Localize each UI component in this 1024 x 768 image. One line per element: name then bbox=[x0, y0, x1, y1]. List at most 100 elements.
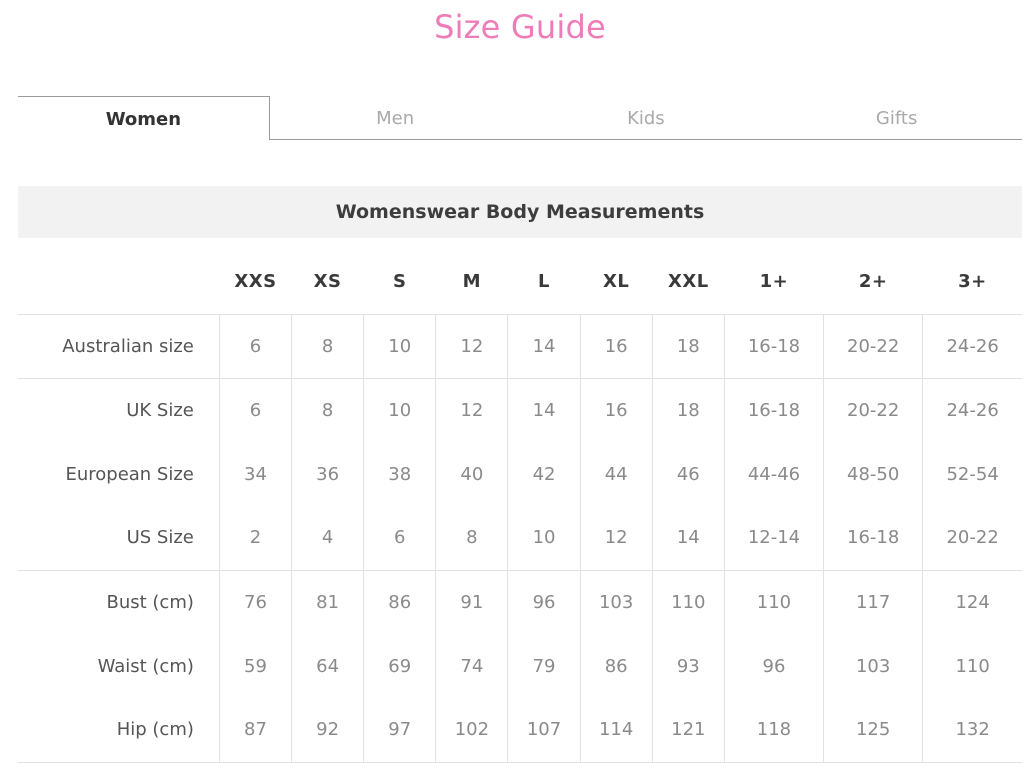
table-cell: 18 bbox=[651, 313, 725, 378]
table-cell: 125 bbox=[823, 698, 923, 763]
column-header: 3+ bbox=[958, 271, 987, 293]
table-cell: 10 bbox=[363, 313, 436, 378]
table-cell: 42 bbox=[507, 442, 581, 506]
table-cell: 12 bbox=[435, 313, 508, 378]
table-cell: 8 bbox=[291, 313, 364, 378]
row-label: Bust (cm) bbox=[18, 569, 220, 634]
table-cell: 132 bbox=[922, 698, 1022, 763]
table-cell: 103 bbox=[823, 634, 923, 698]
table-cell: 48-50 bbox=[823, 442, 923, 506]
size-guide-page: Size Guide Women Men Kids Gifts Womenswe… bbox=[0, 0, 1024, 768]
column-header: S bbox=[393, 271, 407, 293]
table-cell: 107 bbox=[507, 698, 581, 763]
table-cell: 81 bbox=[291, 569, 364, 634]
column-header: L bbox=[538, 271, 551, 293]
table-cell: 64 bbox=[291, 634, 364, 698]
table-row: US Size 2 4 6 8 10 12 14 12-14 16-18 20-22 bbox=[18, 506, 1022, 570]
header-corner bbox=[18, 250, 219, 314]
table-cell: 44-46 bbox=[723, 442, 824, 506]
table-cell: 103 bbox=[579, 569, 653, 634]
table-cell: 4 bbox=[291, 506, 364, 570]
table-cell: 20-22 bbox=[823, 377, 923, 442]
table-cell: 8 bbox=[291, 377, 364, 442]
table-cell: 16-18 bbox=[723, 313, 824, 378]
table-cell: 74 bbox=[435, 634, 508, 698]
tab-kids[interactable]: Kids bbox=[520, 96, 772, 140]
page-title: Size Guide bbox=[434, 8, 606, 46]
table-cell: 92 bbox=[291, 698, 364, 763]
row-label: Australian size bbox=[18, 313, 220, 378]
table-cell: 91 bbox=[435, 569, 508, 634]
table-cell: 34 bbox=[218, 442, 292, 506]
table-cell: 59 bbox=[218, 634, 292, 698]
table-row: Australian size 6 8 10 12 14 16 18 16-18 20-22 24-… bbox=[18, 313, 1022, 378]
table-row: Bust (cm) 76 81 86 91 96 103 110 110 117 124 bbox=[18, 569, 1022, 634]
table-cell: 46 bbox=[651, 442, 725, 506]
table-cell: 2 bbox=[218, 506, 292, 570]
category-tabs: Women Men Kids Gifts bbox=[18, 96, 1022, 140]
tab-men[interactable]: Men bbox=[269, 96, 521, 140]
table-cell: 16 bbox=[579, 313, 653, 378]
table-cell: 12 bbox=[579, 506, 653, 570]
table-body: Australian size 6 8 10 12 14 16 18 16-18 20-22 24-… bbox=[18, 313, 1022, 763]
row-label: UK Size bbox=[18, 377, 220, 442]
table-cell: 117 bbox=[823, 569, 923, 634]
column-header: XXS bbox=[234, 271, 277, 293]
column-header: XXL bbox=[667, 271, 709, 293]
table-row: UK Size 6 8 10 12 14 16 18 16-18 20-22 24-26 bbox=[18, 377, 1022, 442]
table-cell: 6 bbox=[218, 313, 292, 378]
row-label: Waist (cm) bbox=[97, 655, 194, 677]
table-cell: 16-18 bbox=[823, 506, 923, 570]
table-cell: 110 bbox=[723, 569, 824, 634]
table-cell: 93 bbox=[651, 634, 725, 698]
table-cell: 118 bbox=[723, 698, 824, 763]
column-header: M bbox=[462, 271, 482, 293]
table-cell: 102 bbox=[435, 698, 508, 763]
table-cell: 10 bbox=[507, 506, 581, 570]
row-label: Hip (cm) bbox=[18, 698, 220, 763]
tab-gifts[interactable]: Gifts bbox=[771, 96, 1022, 140]
table-header-row: XXS XS S M L XL XXL 1+ 2+ 3+ bbox=[18, 250, 1022, 314]
column-header: 2+ bbox=[858, 271, 888, 293]
table-cell: 12 bbox=[435, 377, 508, 442]
table-cell: 24-26 bbox=[922, 377, 1022, 442]
table-cell: 86 bbox=[579, 634, 653, 698]
table-cell: 6 bbox=[363, 506, 436, 570]
table-cell: 96 bbox=[507, 569, 581, 634]
table-cell: 14 bbox=[507, 377, 581, 442]
table-cell: 38 bbox=[363, 442, 436, 506]
table-cell: 86 bbox=[363, 569, 436, 634]
column-header: XL bbox=[602, 271, 630, 293]
table-cell: 16 bbox=[579, 377, 653, 442]
table-cell: 79 bbox=[507, 634, 581, 698]
table-cell: 114 bbox=[579, 698, 653, 763]
table-row: Hip (cm) 87 92 97 102 107 114 121 118 125 132 bbox=[18, 698, 1022, 763]
table-cell: 8 bbox=[435, 506, 508, 570]
table-cell: 16-18 bbox=[723, 377, 824, 442]
table-cell: 20-22 bbox=[922, 506, 1022, 570]
table-cell: 36 bbox=[291, 442, 364, 506]
row-label: European Size bbox=[65, 463, 194, 485]
table-cell: 97 bbox=[363, 698, 436, 763]
tab-women[interactable]: Women bbox=[18, 96, 270, 140]
table-cell: 24-26 bbox=[922, 313, 1022, 378]
table-row: European Size 34 36 38 40 42 44 46 44-46 48-50 52-… bbox=[18, 442, 1022, 506]
size-table: XXS XS S M L XL XXL 1+ 2+ 3+ Australian … bbox=[18, 250, 1022, 763]
table-cell: 96 bbox=[723, 634, 824, 698]
section-title: Womenswear Body Measurements bbox=[18, 186, 1022, 238]
table-cell: 6 bbox=[218, 377, 292, 442]
table-cell: 12-14 bbox=[723, 506, 824, 570]
table-cell: 10 bbox=[363, 377, 436, 442]
table-cell: 76 bbox=[218, 569, 292, 634]
table-cell: 52-54 bbox=[922, 442, 1022, 506]
table-cell: 40 bbox=[435, 442, 508, 506]
table-cell: 87 bbox=[218, 698, 292, 763]
table-cell: 14 bbox=[651, 506, 725, 570]
table-cell: 44 bbox=[579, 442, 653, 506]
table-row: Waist (cm) 59 64 69 74 79 86 93 96 103 110 bbox=[18, 634, 1022, 698]
column-header: XS bbox=[313, 271, 342, 293]
row-label: US Size bbox=[126, 527, 194, 549]
table-cell: 20-22 bbox=[823, 313, 923, 378]
table-cell: 69 bbox=[363, 634, 436, 698]
table-cell: 110 bbox=[922, 634, 1022, 698]
